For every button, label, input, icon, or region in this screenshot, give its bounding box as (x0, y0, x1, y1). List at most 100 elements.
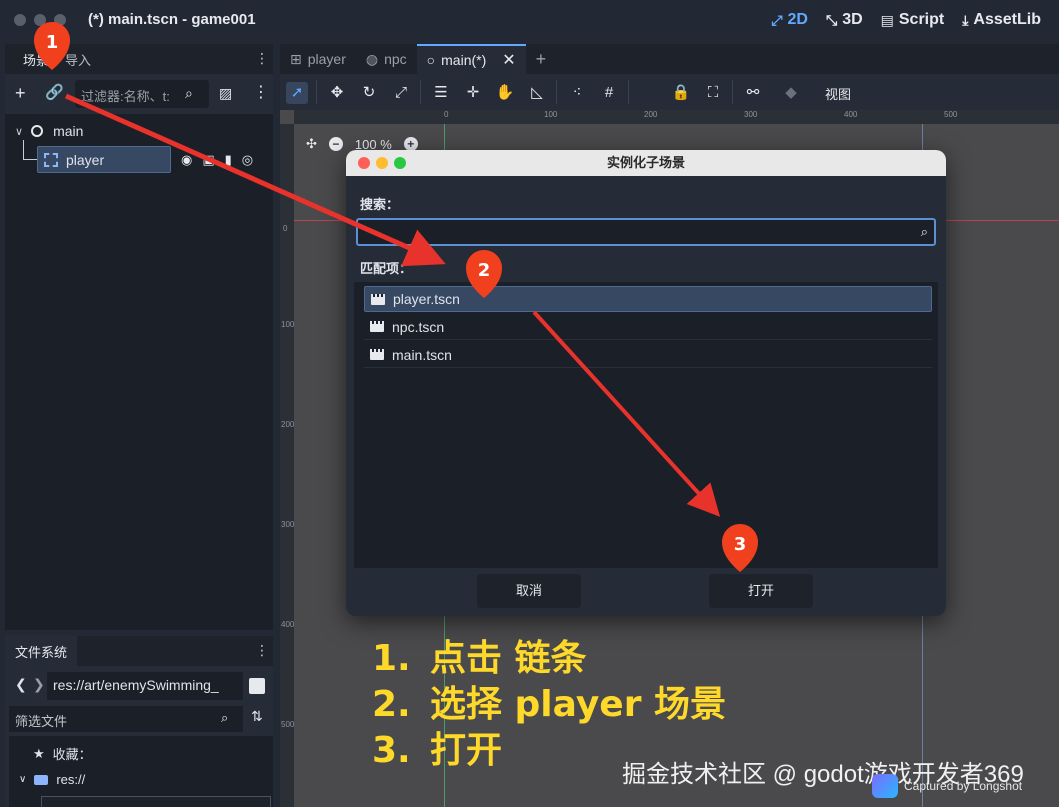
step-1: 1. 点击 链条 (372, 636, 726, 682)
dialog-body: 搜索： ⌕ 匹配项： player.tscn npc.tscn main.tsc… (354, 184, 938, 608)
bone-icon[interactable]: ⚯ (742, 82, 764, 104)
close-tab-icon[interactable]: ✕ (502, 50, 515, 70)
canvas-toolbar: ➚ ✥ ↻ ⤢ ☰ ✛ ✋ ◺ ⁖ # 🔒 ⛶ ⚯ ◆ 视图 (280, 74, 1059, 110)
assetlib-icon: ⤓ (962, 11, 969, 28)
tab-filesystem[interactable]: 文件系统 (5, 634, 78, 668)
cancel-button[interactable]: 取消 (477, 574, 581, 608)
script-remove-icon[interactable]: ▨ (219, 84, 232, 102)
visibility-eye-icon[interactable]: ◎ (242, 152, 253, 168)
scene-tabs: ⊞ player ◍ npc ○ main(*) ✕ + (280, 44, 1059, 74)
ruler-icon[interactable]: ◺ (526, 82, 548, 104)
dialog-minimize-button[interactable] (376, 157, 388, 169)
dock-menu-icon[interactable]: ⋮ (255, 50, 269, 67)
add-scene-tab-button[interactable]: + (526, 44, 557, 74)
zoom-out-button[interactable]: − (328, 137, 343, 151)
lock-icon[interactable]: 🔒 (670, 82, 692, 104)
scale-mode-icon[interactable]: ⤢ (390, 82, 412, 104)
favorites-row[interactable]: ★ 收藏： (33, 744, 92, 763)
window-title: (*) main.tscn - game001 (88, 11, 256, 28)
tab-import[interactable]: 导入 (57, 44, 99, 75)
pan-hand-icon[interactable]: ✋ (494, 82, 516, 104)
toolbar-separator (732, 80, 733, 104)
mode-2d-button[interactable]: ⤢ 2D (771, 0, 808, 40)
ruler-v-300: 300 (281, 520, 295, 529)
search-label: 搜索： (360, 197, 400, 212)
match-label: player.tscn (393, 291, 460, 307)
tree-row-player[interactable]: player (37, 146, 171, 173)
ruler-v-0: 0 (283, 224, 288, 233)
tab-player-scene[interactable]: ⊞ player (280, 44, 356, 74)
open-button[interactable]: 打开 (709, 574, 813, 608)
res-root-row[interactable]: ∨ res:// (19, 772, 85, 787)
mode-3d-button[interactable]: ⤡ 3D (826, 0, 863, 40)
node2d-icon: ○ (426, 52, 436, 68)
ruler-h-300: 300 (744, 110, 758, 119)
instance-scene-link-icon[interactable]: 🔗 (45, 84, 64, 102)
longshot-logo-icon (872, 774, 898, 798)
ruler-h-500: 500 (944, 110, 958, 119)
smart-snap-icon[interactable]: ⁖ (566, 82, 588, 104)
node2d-icon (31, 125, 44, 137)
group-icon[interactable]: ▣ (202, 152, 214, 168)
minimize-window-button[interactable] (34, 14, 46, 26)
search-input[interactable]: ⌕ (356, 218, 936, 246)
match-npc-tscn[interactable]: npc.tscn (364, 314, 932, 340)
step-1-num: 1. (372, 638, 411, 679)
scene-open-icon[interactable]: ▮ (225, 152, 232, 168)
match-main-tscn[interactable]: main.tscn (364, 342, 932, 368)
match-player-tscn[interactable]: player.tscn (364, 286, 932, 312)
vertical-ruler: 0 100 200 300 400 500 (280, 124, 294, 807)
step-2: 2. 选择 player 场景 (372, 682, 726, 728)
expand-arrow-icon[interactable]: ∨ (15, 125, 23, 138)
pivot-icon[interactable]: ✛ (462, 82, 484, 104)
path-input[interactable]: res://art/enemySwimming_ (47, 672, 243, 700)
add-node-button[interactable]: + (15, 84, 26, 102)
tab-npc-scene[interactable]: ◍ npc (356, 44, 417, 74)
mode-script-label: Script (898, 11, 945, 28)
zoom-window-button[interactable] (54, 14, 66, 26)
mode-2d-label: 2D (787, 11, 808, 28)
back-icon[interactable]: ❮ (15, 676, 27, 693)
toggle-split-icon[interactable] (249, 678, 265, 694)
tab-player-label: player (307, 51, 346, 67)
forward-icon[interactable]: ❯ (33, 676, 45, 693)
node-label-player: player (66, 151, 105, 168)
view-menu[interactable]: 视图 (825, 84, 851, 103)
move-mode-icon[interactable]: ✥ (326, 82, 348, 104)
res-root-label: res:// (56, 772, 86, 787)
close-window-button[interactable] (14, 14, 26, 26)
ruler-v-500: 500 (281, 720, 295, 729)
step-3-text: 打开 (430, 730, 503, 771)
camera-override-icon[interactable]: ◆ (780, 82, 802, 104)
toolbar-separator (628, 80, 629, 104)
scene-toolbar: + 🔗 过滤器:名称、t: ⌕ ▨ ⋮ (5, 78, 273, 110)
rotate-mode-icon[interactable]: ↻ (358, 82, 380, 104)
scene-menu-icon[interactable]: ⋮ (253, 84, 269, 102)
tab-main-scene[interactable]: ○ main(*) ✕ (416, 44, 526, 74)
step-2-num: 2. (372, 684, 411, 725)
editor-mode-switcher: ⤢ 2D ⤡ 3D ▤ Script ⤓ AssetLib (771, 0, 1059, 40)
dialog-title: 实例化子场景 (346, 150, 946, 176)
scene-dock: 场景 导入 ⋮ + 🔗 过滤器:名称、t: ⌕ ▨ ⋮ ∨ main playe… (5, 44, 273, 630)
dialog-close-button[interactable] (358, 157, 370, 169)
ruler-h-0: 0 (444, 110, 449, 119)
grid-snap-icon[interactable]: # (598, 82, 620, 104)
mode-script-button[interactable]: ▤ Script (881, 0, 945, 40)
select-mode-icon[interactable]: ➚ (286, 82, 308, 104)
star-icon: ★ (33, 745, 45, 761)
expand-arrow-icon[interactable]: ∨ (19, 774, 26, 785)
group-select-icon[interactable]: ⛶ (702, 82, 724, 104)
ruler-v-400: 400 (281, 620, 295, 629)
tab-scene[interactable]: 场景 (15, 44, 57, 75)
path-row: ❮ ❯ res://art/enemySwimming_ (5, 672, 273, 700)
mode-assetlib-button[interactable]: ⤓ AssetLib (962, 0, 1041, 40)
signal-icon[interactable]: ◉ (181, 152, 192, 168)
center-view-icon[interactable]: ✣ (306, 136, 317, 152)
sort-icon[interactable]: ⇅ (251, 708, 263, 725)
dialog-zoom-button[interactable] (394, 157, 406, 169)
zoom-in-button[interactable]: + (403, 137, 418, 151)
file-row-partial[interactable] (41, 796, 271, 807)
filesystem-menu-icon[interactable]: ⋮ (255, 642, 269, 659)
list-select-icon[interactable]: ☰ (430, 82, 452, 104)
filter-files-input[interactable]: 筛选文件 (9, 706, 243, 732)
